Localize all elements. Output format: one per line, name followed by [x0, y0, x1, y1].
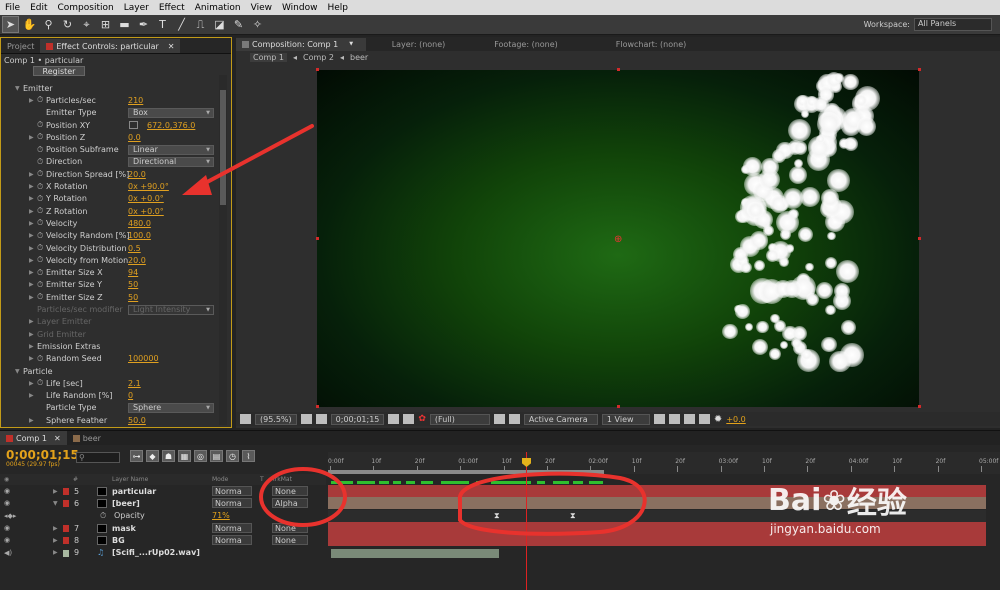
watermark-brand: Bai — [768, 482, 822, 518]
watermark-brand-cn: 经验 — [846, 486, 907, 521]
keyframe-icon[interactable]: ⧗ — [570, 511, 576, 521]
watermark-url: jingyan.baidu.com — [770, 522, 881, 536]
paw-icon: ❀ — [822, 483, 846, 517]
watermark: Bai ❀ 经验 jingyan.baidu.com — [768, 478, 907, 537]
annotation-arrow — [194, 124, 314, 190]
keyframe-icon[interactable]: ⧗ — [494, 511, 500, 521]
annotation-circle-keyframes — [457, 471, 647, 536]
annotation-circle-trkmat — [259, 467, 347, 527]
annotation-arrowhead — [182, 175, 212, 195]
